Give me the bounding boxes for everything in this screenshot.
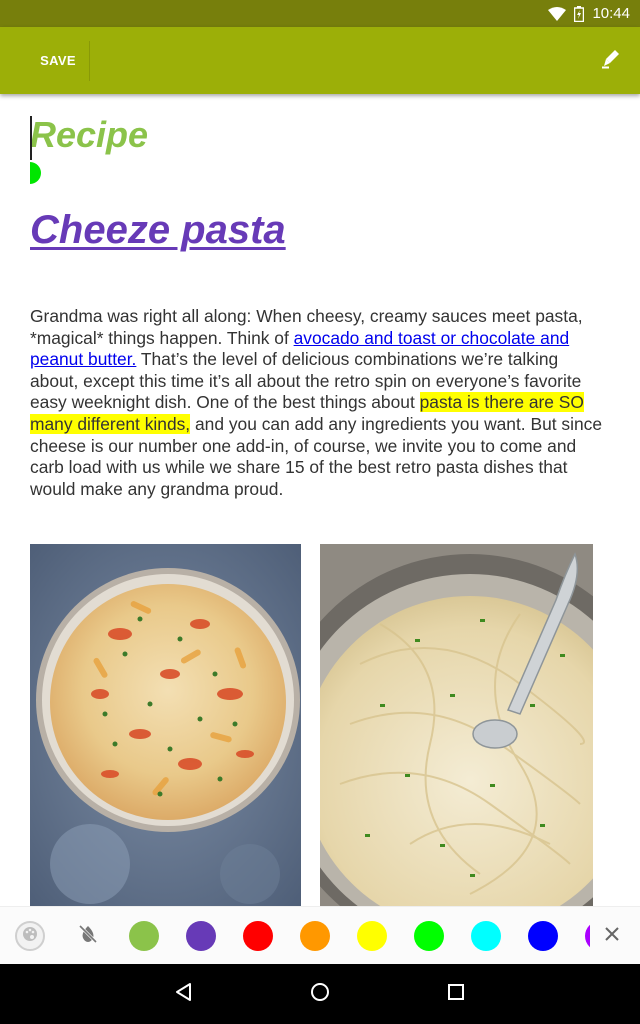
close-icon — [604, 926, 620, 947]
text-cursor — [30, 116, 32, 160]
color-swatch-purple[interactable] — [186, 921, 216, 951]
cursor-handle[interactable] — [30, 162, 41, 184]
home-icon — [310, 982, 330, 1007]
color-swatch-cyan[interactable] — [471, 921, 501, 951]
recents-button[interactable] — [441, 979, 471, 1009]
app-root: 10:44 SAVE Recipe Cheeze pasta Grandma w… — [0, 0, 640, 1024]
recipe-heading[interactable]: Recipe — [30, 114, 148, 156]
home-button[interactable] — [305, 979, 335, 1009]
color-swatch-orange[interactable] — [300, 921, 330, 951]
penne-pasta-image[interactable] — [30, 544, 301, 906]
toolbar-divider — [89, 41, 90, 81]
no-color-icon — [77, 923, 99, 950]
recipe-paragraph[interactable]: Grandma was right all along: When cheesy… — [30, 306, 605, 500]
back-button[interactable] — [169, 979, 199, 1009]
palette-icon — [22, 926, 38, 947]
color-swatch-red[interactable] — [243, 921, 273, 951]
save-button[interactable]: SAVE — [26, 27, 90, 94]
back-icon — [174, 982, 194, 1007]
color-swatch-light-green[interactable] — [129, 921, 159, 951]
dish-title[interactable]: Cheeze pasta — [30, 208, 286, 253]
navigation-bar — [0, 964, 640, 1024]
spaghetti-pasta-image[interactable] — [320, 544, 593, 906]
editor-area[interactable]: Recipe Cheeze pasta Grandma was right al… — [30, 94, 610, 906]
close-color-bar-button[interactable] — [597, 921, 627, 951]
palette-button[interactable] — [15, 921, 45, 951]
color-bar — [0, 906, 640, 964]
status-time: 10:44 — [592, 5, 630, 22]
color-swatch-yellow[interactable] — [357, 921, 387, 951]
color-swatch-list — [120, 907, 590, 965]
pen-button[interactable] — [594, 44, 628, 78]
recents-icon — [447, 983, 465, 1006]
no-color-button[interactable] — [73, 921, 103, 951]
status-bar: 10:44 — [0, 0, 640, 27]
color-swatch-violet[interactable] — [585, 921, 590, 951]
battery-icon — [574, 5, 585, 22]
color-swatch-green[interactable] — [414, 921, 444, 951]
toolbar: SAVE — [0, 27, 640, 94]
wifi-icon — [548, 6, 567, 21]
color-swatch-blue[interactable] — [528, 921, 558, 951]
pen-icon — [601, 48, 621, 75]
